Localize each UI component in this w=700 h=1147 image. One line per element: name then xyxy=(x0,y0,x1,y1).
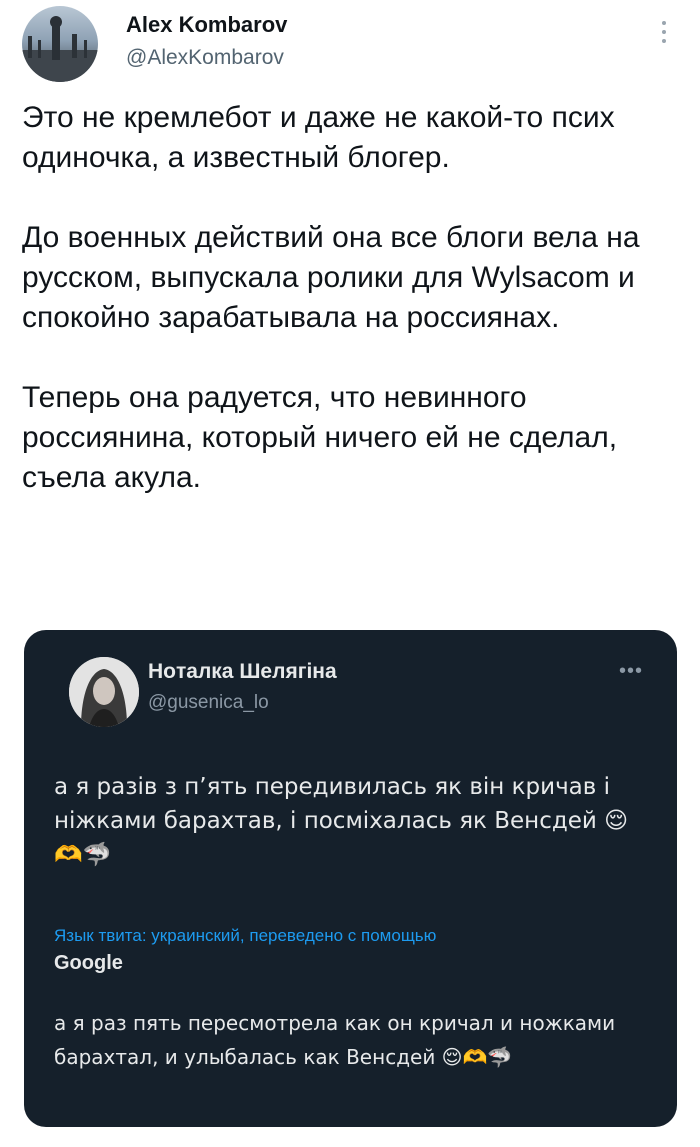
translation-label[interactable]: Язык твита: украинский, переведено с пом… xyxy=(54,926,436,946)
author-name[interactable]: Alex Kombarov xyxy=(126,12,287,38)
quoted-author-avatar[interactable] xyxy=(69,657,139,727)
tweet-paragraph: До военных действий она все блоги вела н… xyxy=(22,221,640,334)
quoted-more-options-icon[interactable]: ••• xyxy=(619,660,643,683)
author-avatar[interactable] xyxy=(22,6,98,82)
translated-text: а я раз пять пересмотрела как он кричал … xyxy=(54,1011,616,1069)
translation-provider: Google xyxy=(54,952,123,974)
quoted-author-handle[interactable]: @gusenica_lo xyxy=(148,692,269,714)
quoted-author-name[interactable]: Нoталка Шелягіна xyxy=(148,660,337,684)
quoted-tweet-text: а я разів з п’ять передивилась як він кр… xyxy=(54,774,629,868)
author-handle[interactable]: @AlexKombarov xyxy=(126,46,284,70)
more-options-icon[interactable] xyxy=(654,18,674,48)
tweet-paragraph: Это не кремлебот и даже не какой-то псих… xyxy=(22,101,615,174)
tweet-paragraph: Теперь она радуется, что невинного росси… xyxy=(22,381,618,494)
quoted-tweet-card[interactable]: Нoталка Шелягіна @gusenica_lo ••• а я ра… xyxy=(24,630,677,1127)
tweet-body: Это не кремлебот и даже не какой-то псих… xyxy=(22,98,672,498)
tweet-header: Alex Kombarov @AlexKombarov xyxy=(22,4,678,84)
